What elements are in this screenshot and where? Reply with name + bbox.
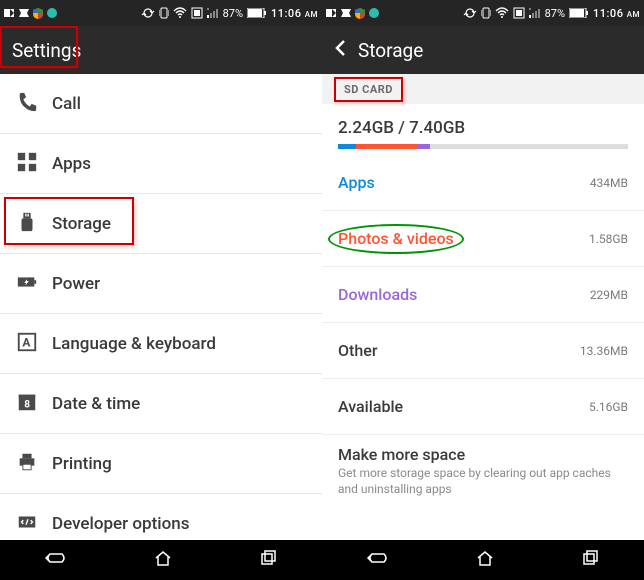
nav-home[interactable]	[476, 550, 494, 570]
category-value: 434MB	[590, 176, 628, 190]
category-label: Apps	[338, 173, 375, 192]
category-value: 1.58GB	[589, 232, 628, 246]
storage-row-other[interactable]: Other 13.36MB	[322, 323, 644, 379]
row-label: Storage	[52, 214, 111, 234]
sync-icon	[141, 7, 155, 19]
make-more-title: Make more space	[338, 445, 628, 464]
storage-bar	[338, 144, 628, 149]
usb-icon	[16, 211, 52, 237]
header: Storage	[322, 26, 644, 74]
storage-row-apps[interactable]: Apps 434MB	[322, 155, 644, 211]
apps-icon	[16, 151, 52, 177]
category-label: Available	[338, 397, 403, 416]
category-value: 13.36MB	[580, 344, 628, 358]
row-label: Date & time	[52, 394, 140, 414]
row-label: Call	[52, 94, 81, 114]
navigation-bar	[0, 540, 644, 580]
dev-icon	[16, 511, 52, 537]
svg-text:8: 8	[24, 399, 30, 410]
svg-text:A: A	[22, 335, 30, 349]
nav-home[interactable]	[154, 550, 172, 570]
sd-card-section: SD CARD	[322, 74, 644, 104]
vibrate-icon	[159, 7, 169, 19]
settings-row-dev[interactable]: Developer options	[0, 494, 322, 540]
row-label: Language & keyboard	[52, 334, 216, 354]
nav-recent[interactable]	[260, 550, 278, 570]
settings-row-print[interactable]: Printing	[0, 434, 322, 494]
settings-row-apps[interactable]: Apps	[0, 134, 322, 194]
nav-back[interactable]	[44, 550, 66, 570]
storage-usage-text: 2.24GB / 7.40GB	[338, 118, 628, 138]
row-label: Developer options	[52, 514, 189, 534]
settings-row-lang[interactable]: A Language & keyboard	[0, 314, 322, 374]
settings-panel: x 87% 11:06 AM Settings Call Apps Storage P…	[0, 0, 322, 540]
phone-icon	[16, 91, 52, 117]
date-icon: 8	[16, 391, 52, 417]
row-label: Power	[52, 274, 100, 294]
make-more-desc: Get more storage space by clearing out a…	[338, 466, 628, 497]
settings-row-usb[interactable]: Storage	[0, 194, 322, 254]
settings-row-phone[interactable]: Call	[0, 74, 322, 134]
page-title: Storage	[358, 39, 423, 62]
category-label: Downloads	[338, 285, 417, 304]
storage-panel: x 87% 11:06 AM Storage SD CARD 2.24GB / …	[322, 0, 644, 540]
storage-row-available[interactable]: Available 5.16GB	[322, 379, 644, 435]
storage-categories: Apps 434MB Photos & videos 1.58GB Downloads 2…	[322, 155, 644, 435]
row-label: Apps	[52, 154, 91, 174]
storage-row-photos-videos[interactable]: Photos & videos 1.58GB	[322, 211, 644, 267]
settings-list: Call Apps Storage Power A Language & keyboard…	[0, 74, 322, 540]
storage-usage: 2.24GB / 7.40GB	[322, 104, 644, 155]
make-more-space[interactable]: Make more space Get more storage space b…	[322, 435, 644, 507]
row-label: Printing	[52, 454, 112, 474]
category-label: Photos & videos	[338, 229, 454, 248]
nav-recent[interactable]	[582, 550, 600, 570]
status-bar: x 87% 11:06 AM	[322, 0, 644, 26]
category-value: 229MB	[590, 288, 628, 302]
settings-row-power[interactable]: Power	[0, 254, 322, 314]
nav-back[interactable]	[366, 550, 388, 570]
storage-row-downloads[interactable]: Downloads 229MB	[322, 267, 644, 323]
shield-icon	[32, 7, 44, 19]
svg-text:x: x	[529, 7, 531, 11]
lang-icon: A	[16, 331, 52, 357]
category-value: 5.16GB	[589, 400, 628, 414]
wifi-icon	[173, 7, 187, 19]
back-button[interactable]	[334, 39, 346, 62]
battery-percent: 87%	[223, 7, 243, 20]
signal-icon: x	[207, 7, 219, 19]
sd-card-label: SD CARD	[334, 77, 403, 102]
category-label: Other	[338, 341, 377, 360]
settings-row-date[interactable]: 8 Date & time	[0, 374, 322, 434]
status-bar: x 87% 11:06 AM	[0, 0, 322, 26]
power-icon	[16, 271, 52, 297]
battery-icon	[247, 8, 267, 18]
header: Settings	[0, 26, 322, 74]
print-icon	[16, 451, 52, 477]
svg-text:x: x	[207, 7, 209, 11]
page-title: Settings	[12, 39, 81, 62]
